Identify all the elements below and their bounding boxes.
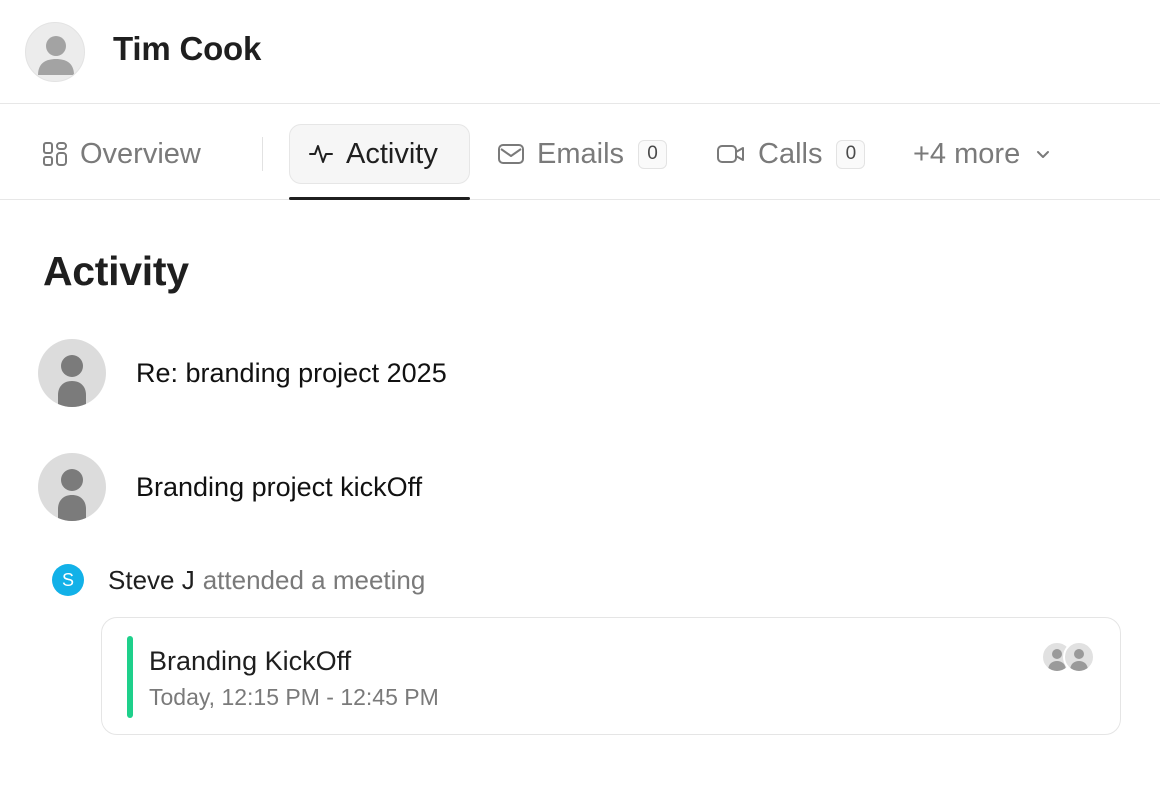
activity-item[interactable]: Re: branding project 2025 bbox=[38, 339, 738, 407]
tab-emails[interactable]: Emails 0 bbox=[497, 124, 668, 184]
video-camera-icon bbox=[716, 141, 746, 167]
person-icon bbox=[38, 36, 74, 75]
tab-label: +4 more bbox=[913, 137, 1021, 170]
person-icon bbox=[58, 469, 86, 521]
sender-avatar bbox=[38, 339, 106, 407]
calls-count-badge: 0 bbox=[836, 139, 866, 169]
contact-name: Tim Cook bbox=[113, 30, 262, 67]
emails-count-badge: 0 bbox=[638, 139, 668, 169]
meeting-activity-line: S Steve J attended a meeting bbox=[52, 562, 425, 598]
meeting-title: Branding KickOff bbox=[149, 646, 352, 676]
active-tab-indicator bbox=[289, 197, 470, 200]
tab-label: Calls bbox=[758, 137, 823, 170]
activity-item-title: Re: branding project 2025 bbox=[136, 357, 447, 388]
activity-action-text: attended a meeting bbox=[202, 564, 426, 595]
envelope-icon bbox=[497, 141, 525, 167]
tab-label: Activity bbox=[346, 137, 438, 170]
tab-label: Emails bbox=[537, 137, 625, 170]
tab-overview[interactable]: Overview bbox=[42, 124, 201, 184]
person-icon bbox=[1070, 649, 1088, 671]
sender-avatar bbox=[38, 453, 106, 521]
meeting-accent-bar bbox=[127, 636, 133, 718]
chevron-down-icon bbox=[1032, 143, 1054, 165]
person-icon bbox=[58, 355, 86, 407]
actor-initial-badge: S bbox=[52, 564, 84, 596]
tab-bar: Overview Activity Emails 0 Calls 0 +4 mo… bbox=[0, 104, 1160, 200]
grid-icon bbox=[42, 141, 68, 167]
tab-more-dropdown[interactable]: +4 more bbox=[913, 124, 1054, 184]
page-title: Activity bbox=[43, 248, 189, 294]
actor-name[interactable]: Steve J bbox=[108, 565, 195, 596]
tab-activity[interactable]: Activity bbox=[289, 124, 470, 184]
meeting-time: Today, 12:15 PM - 12:45 PM bbox=[149, 684, 439, 710]
contact-avatar[interactable] bbox=[25, 22, 85, 82]
meeting-card[interactable]: Branding KickOff Today, 12:15 PM - 12:45… bbox=[101, 617, 1121, 735]
activity-item[interactable]: Branding project kickOff bbox=[38, 453, 738, 521]
tab-divider bbox=[262, 137, 263, 171]
attendee-avatars[interactable] bbox=[1041, 641, 1095, 673]
tab-calls[interactable]: Calls 0 bbox=[716, 124, 866, 184]
activity-pulse-icon bbox=[308, 141, 334, 167]
tab-label: Overview bbox=[80, 137, 201, 170]
contact-header: Tim Cook bbox=[0, 0, 1160, 104]
attendee-avatar bbox=[1063, 641, 1095, 673]
activity-item-title: Branding project kickOff bbox=[136, 471, 423, 502]
